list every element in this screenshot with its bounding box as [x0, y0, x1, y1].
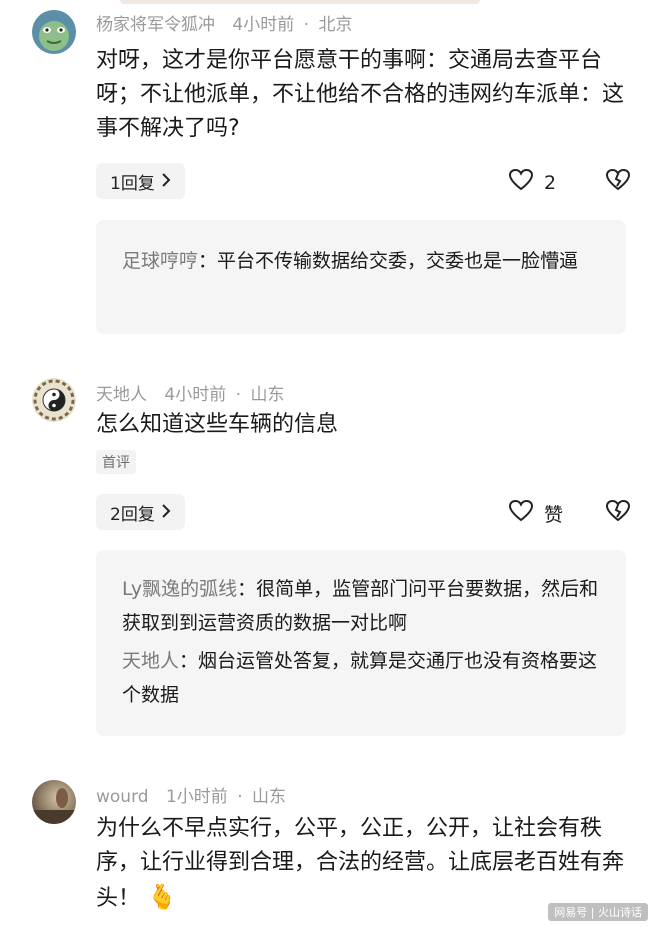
reply-username[interactable]: 天地人 — [122, 650, 179, 672]
heart-outline-icon — [508, 499, 534, 528]
reply-item: 足球哼哼：平台不传输数据给交委，交委也是一脸懵逼 — [122, 244, 612, 278]
username[interactable]: wourd — [96, 787, 149, 807]
username[interactable]: 天地人 — [96, 385, 147, 405]
broken-heart-icon — [604, 168, 632, 196]
avatar[interactable] — [32, 780, 76, 824]
view-replies-button[interactable]: 1回复 — [96, 163, 185, 199]
comment-text: 对呀，这才是你平台愿意干的事啊：交通局去查平台呀；不让他派单，不让他给不合格的违… — [96, 48, 625, 141]
watermark: 网易号 | 火山诗话 — [548, 903, 648, 921]
comment-time: 4小时前 — [232, 15, 295, 35]
reply-preview-box[interactable]: Ly飘逸的弧线：很简单，监管部门问平台要数据，然后和获取到到运营资质的数据一对比… — [96, 550, 626, 736]
reply-username[interactable]: 足球哼哼 — [122, 250, 198, 272]
reply-text: 平台不传输数据给交委，交委也是一脸懵逼 — [217, 250, 579, 272]
avatar[interactable] — [32, 378, 76, 422]
comment-location: 山东 — [252, 787, 287, 807]
comment-time: 4小时前 — [164, 385, 227, 405]
reply-count-label: 1回复 — [110, 173, 155, 194]
chevron-right-icon — [161, 503, 171, 522]
reply-username[interactable]: Ly飘逸的弧线 — [122, 578, 237, 600]
meta-separator: · — [303, 15, 310, 35]
reply-preview-box[interactable]: 足球哼哼：平台不传输数据给交委，交委也是一脸懵逼 — [96, 220, 626, 334]
reply-count-label: 2回复 — [110, 504, 155, 525]
like-button[interactable]: 2 — [508, 168, 556, 197]
reply-separator: ： — [237, 578, 257, 600]
chevron-right-icon — [161, 172, 171, 191]
heart-outline-icon — [508, 168, 534, 197]
view-replies-button[interactable]: 2回复 — [96, 494, 185, 530]
reply-item: Ly飘逸的弧线：很简单，监管部门问平台要数据，然后和获取到到运营资质的数据一对比… — [122, 572, 612, 640]
comment-text: 怎么知道这些车辆的信息 — [96, 412, 339, 437]
avatar[interactable] — [32, 10, 76, 54]
comment-item: 天地人 4小时前 · 山东 怎么知道这些车辆的信息 首评 2回复 赞 Ly飘逸的… — [0, 370, 660, 740]
broken-heart-icon — [604, 499, 632, 527]
reply-separator: ： — [198, 250, 218, 272]
like-button[interactable]: 赞 — [508, 499, 563, 528]
comment-item: 杨家将军令狐冲 4小时前 · 北京 对呀，这才是你平台愿意干的事啊：交通局去查平… — [0, 0, 660, 340]
comment-location: 山东 — [250, 385, 285, 405]
meta-separator: · — [235, 385, 242, 405]
comment-meta: wourd 1小时前 · 山东 — [96, 782, 286, 807]
reply-item: 天地人：烟台运管处答复，就算是交通厅也没有资格要这个数据 — [122, 644, 612, 712]
meta-separator: · — [237, 787, 243, 807]
dislike-button[interactable] — [604, 168, 632, 196]
dislike-button[interactable] — [604, 499, 632, 527]
comment-meta: 天地人 4小时前 · 山东 — [96, 380, 284, 405]
comment-text: 为什么不早点实行，公平，公正，公开，让社会有秩序，让行业得到合理，合法的经营。让… — [96, 812, 626, 916]
comment-location: 北京 — [318, 15, 353, 35]
comment-time: 1小时前 — [165, 787, 228, 807]
username[interactable]: 杨家将军令狐冲 — [96, 15, 215, 35]
first-comment-badge: 首评 — [96, 450, 136, 474]
reply-separator: ： — [179, 650, 199, 672]
like-count: 赞 — [544, 504, 564, 526]
like-count: 2 — [544, 171, 557, 194]
comment-meta: 杨家将军令狐冲 4小时前 · 北京 — [96, 10, 352, 35]
finger-heart-emoji: 🫰 — [147, 883, 177, 911]
